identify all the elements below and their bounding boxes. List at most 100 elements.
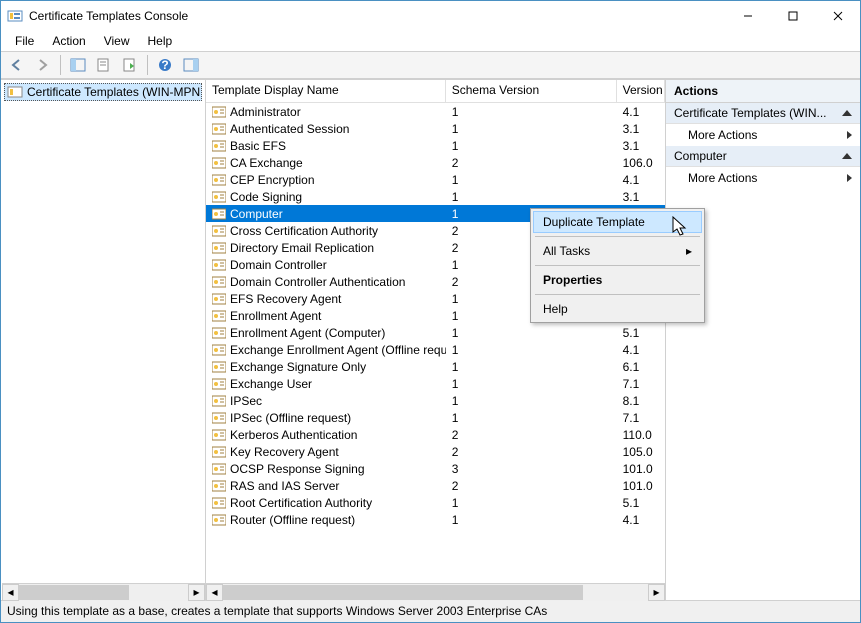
table-row[interactable]: Exchange User17.1: [206, 375, 665, 392]
table-row[interactable]: CA Exchange2106.0: [206, 154, 665, 171]
template-name: Domain Controller: [230, 258, 327, 272]
table-row[interactable]: Enrollment Agent (Computer)15.1: [206, 324, 665, 341]
certificate-icon: [212, 378, 226, 390]
template-name: Code Signing: [230, 190, 302, 204]
table-row[interactable]: Router (Offline request)14.1: [206, 511, 665, 528]
window-title: Certificate Templates Console: [29, 9, 725, 23]
col-header-version[interactable]: Version: [617, 80, 665, 102]
tree-pane: Certificate Templates (WIN-MPN ◂ ▸: [1, 80, 206, 600]
minimize-button[interactable]: [725, 1, 770, 31]
certificate-icon: [212, 242, 226, 254]
certificate-icon: [212, 225, 226, 237]
table-row[interactable]: Key Recovery Agent2105.0: [206, 443, 665, 460]
schema-version: 1: [452, 496, 459, 510]
certificate-icon: [212, 293, 226, 305]
scroll-right-icon[interactable]: ▸: [188, 584, 205, 601]
schema-version: 1: [452, 343, 459, 357]
table-row[interactable]: CEP Encryption14.1: [206, 171, 665, 188]
tree-node-cert-templates[interactable]: Certificate Templates (WIN-MPN: [4, 83, 202, 101]
certificate-icon: [212, 480, 226, 492]
template-version: 5.1: [623, 496, 640, 510]
template-name: Authenticated Session: [230, 122, 349, 136]
template-name: Root Certification Authority: [230, 496, 372, 510]
collapse-icon: [842, 153, 852, 159]
template-version: 101.0: [623, 479, 653, 493]
template-version: 4.1: [623, 173, 640, 187]
certificate-icon: [212, 514, 226, 526]
table-row[interactable]: Authenticated Session 1 3.1: [206, 120, 665, 137]
ctx-duplicate-template[interactable]: Duplicate Template: [533, 211, 702, 233]
table-row[interactable]: Code Signing 1 3.1: [206, 188, 665, 205]
export-button[interactable]: [118, 54, 142, 76]
actions-more-2[interactable]: More Actions: [666, 167, 860, 189]
scroll-right-icon[interactable]: ▸: [648, 584, 665, 601]
tree-hscroll[interactable]: ◂ ▸: [2, 583, 205, 600]
schema-version: 1: [452, 258, 459, 272]
scroll-left-icon[interactable]: ◂: [2, 584, 19, 601]
table-row[interactable]: Kerberos Authentication 2 110.0: [206, 426, 665, 443]
actions-group-computer[interactable]: Computer: [666, 146, 860, 167]
template-version: 3.1: [623, 122, 640, 136]
refresh-button[interactable]: [179, 54, 203, 76]
properties-button[interactable]: [92, 54, 116, 76]
maximize-button[interactable]: [770, 1, 815, 31]
menubar: File Action View Help: [1, 31, 860, 51]
actions-more-1[interactable]: More Actions: [666, 124, 860, 146]
schema-version: 1: [452, 122, 459, 136]
certificate-icon: [212, 191, 226, 203]
help-button[interactable]: ?: [153, 54, 177, 76]
menu-file[interactable]: File: [7, 32, 42, 50]
schema-version: 1: [452, 309, 459, 323]
submenu-arrow-icon: ▸: [686, 244, 692, 258]
actions-title: Actions: [666, 80, 860, 103]
actions-pane: Actions Certificate Templates (WIN... Mo…: [665, 80, 860, 600]
toolbar-separator: [147, 55, 148, 75]
template-version: 5.1: [623, 326, 640, 340]
table-row[interactable]: RAS and IAS Server2101.0: [206, 477, 665, 494]
template-list[interactable]: Administrator14.1 Authenticated Session 1 3…: [206, 103, 665, 583]
table-row[interactable]: Exchange Signature Only16.1: [206, 358, 665, 375]
list-hscroll[interactable]: ◂ ▸: [206, 583, 665, 600]
table-row[interactable]: OCSP Response Signing3101.0: [206, 460, 665, 477]
ctx-all-tasks[interactable]: All Tasks▸: [533, 240, 702, 262]
template-name: Kerberos Authentication: [230, 428, 357, 442]
menu-help[interactable]: Help: [140, 32, 181, 50]
table-row[interactable]: Administrator14.1: [206, 103, 665, 120]
table-row[interactable]: IPSec18.1: [206, 392, 665, 409]
schema-version: 2: [452, 479, 459, 493]
schema-version: 1: [452, 513, 459, 527]
actions-group-templates[interactable]: Certificate Templates (WIN...: [666, 103, 860, 124]
menu-action[interactable]: Action: [44, 32, 93, 50]
ctx-separator: [535, 236, 700, 237]
template-version: 110.0: [623, 428, 652, 442]
template-version: 3.1: [623, 139, 640, 153]
template-version: 4.1: [623, 105, 640, 119]
col-header-schema[interactable]: Schema Version: [446, 80, 617, 102]
schema-version: 1: [452, 207, 459, 221]
template-version: 3.1: [623, 190, 640, 204]
ctx-properties[interactable]: Properties: [533, 269, 702, 291]
close-button[interactable]: [815, 1, 860, 31]
schema-version: 3: [452, 462, 459, 476]
table-row[interactable]: Root Certification Authority 1 5.1: [206, 494, 665, 511]
table-row[interactable]: Exchange Enrollment Agent (Offline requ.…: [206, 341, 665, 358]
schema-version: 2: [452, 445, 459, 459]
template-name: EFS Recovery Agent: [230, 292, 341, 306]
table-row[interactable]: Basic EFS13.1: [206, 137, 665, 154]
ctx-help[interactable]: Help: [533, 298, 702, 320]
forward-button[interactable]: [31, 54, 55, 76]
toolbar-separator: [60, 55, 61, 75]
template-version: 101.0: [623, 462, 653, 476]
schema-version: 2: [452, 241, 459, 255]
col-header-name[interactable]: Template Display Name: [206, 80, 446, 102]
back-button[interactable]: [5, 54, 29, 76]
schema-version: 1: [452, 190, 459, 204]
schema-version: 2: [452, 428, 459, 442]
template-name: Domain Controller Authentication: [230, 275, 405, 289]
schema-version: 1: [452, 173, 459, 187]
table-row[interactable]: IPSec (Offline request)17.1: [206, 409, 665, 426]
scroll-left-icon[interactable]: ◂: [206, 584, 223, 601]
template-name: Key Recovery Agent: [230, 445, 339, 459]
menu-view[interactable]: View: [96, 32, 138, 50]
show-hide-tree-button[interactable]: [66, 54, 90, 76]
